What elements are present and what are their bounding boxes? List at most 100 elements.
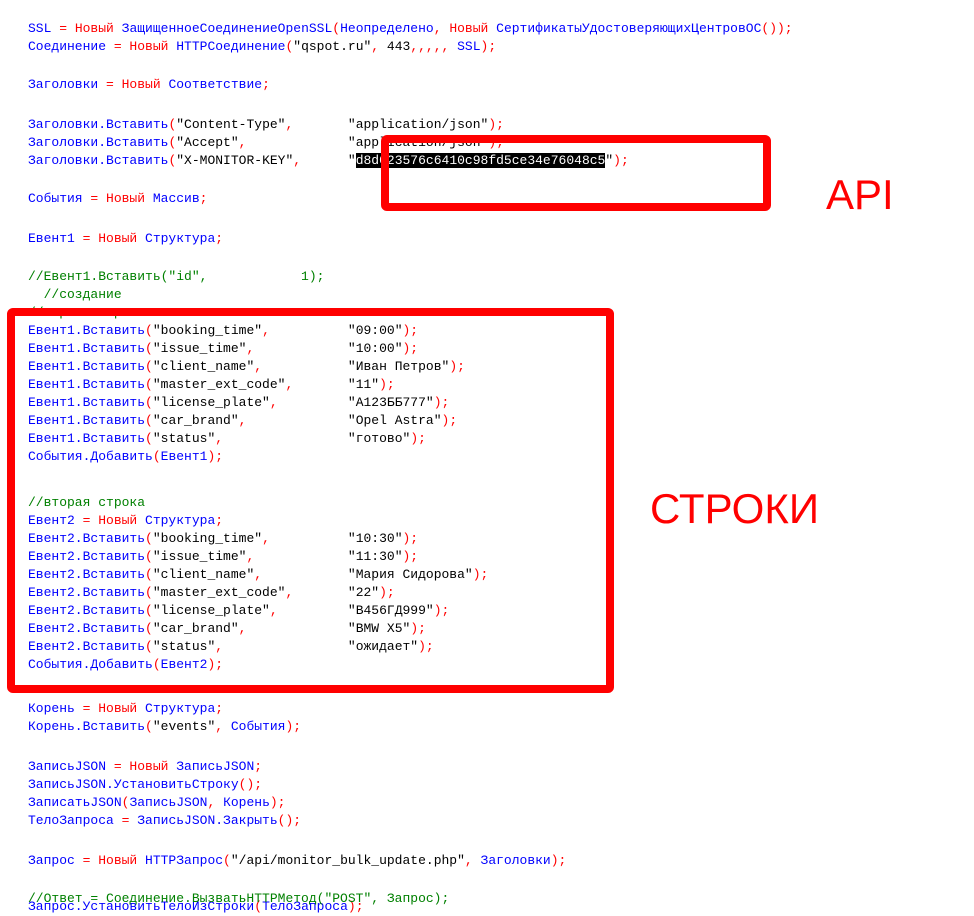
code-token: );: [410, 621, 426, 636]
code-line: Корень = Новый Структура;: [28, 700, 223, 718]
code-token: ,: [215, 639, 348, 654]
code-line: Евент1.Вставить("client_name", "Иван Пет…: [28, 358, 465, 376]
code-token: Евент1: [28, 231, 83, 246]
code-token: );: [379, 585, 395, 600]
code-line: Заголовки = Новый Соответствие;: [28, 76, 270, 94]
code-token: (: [145, 719, 153, 734]
code-token: "master_ext_code": [152, 377, 286, 392]
code-token: (: [145, 567, 153, 582]
code-token: "license_plate": [152, 603, 270, 618]
code-token: Заголовки.Вставить: [28, 117, 169, 132]
code-token: );: [449, 359, 465, 374]
code-token: ,: [371, 39, 387, 54]
code-comment-line: //Евент1.Вставить("id", 1);: [28, 268, 324, 286]
code-token: ;: [254, 759, 263, 774]
code-token: "10:30": [347, 531, 403, 546]
code-token: = Новый: [106, 77, 169, 92]
code-token: ,: [254, 567, 348, 582]
code-line: Заголовки.Вставить("Content-Type", "appl…: [28, 116, 504, 134]
code-token: "status": [152, 431, 216, 446]
code-comment-line: //вторая строка: [28, 494, 145, 512]
code-token: Евент2.Вставить: [28, 639, 146, 654]
code-token: Евент2.Вставить: [28, 603, 146, 618]
code-token: Заголовки.Вставить: [28, 135, 169, 150]
code-token: Евент1.Вставить: [28, 323, 146, 338]
code-token: "license_plate": [152, 395, 270, 410]
code-token: ;: [215, 231, 224, 246]
code-token: (: [145, 621, 153, 636]
code-token: ,: [246, 549, 348, 564]
code-token: ;: [215, 701, 224, 716]
code-line: Соединение = Новый HTTPСоединение("qspot…: [28, 38, 496, 56]
code-token: ,: [285, 117, 348, 132]
code-token: "BMW X5": [347, 621, 411, 636]
code-comment-line: //Ответ = Соединение.ВызватьHTTPМетод("P…: [28, 890, 449, 908]
code-token: ЗаписатьJSON: [28, 795, 122, 810]
code-token: "09:00": [347, 323, 403, 338]
code-token: (: [223, 853, 231, 868]
code-token: Евент2.Вставить: [28, 585, 146, 600]
code-token: ,: [207, 795, 224, 810]
code-line: Евент2.Вставить("status", "ожидает");: [28, 638, 434, 656]
code-token: );: [441, 413, 458, 428]
code-line: Евент2.Вставить("issue_time", "11:30");: [28, 548, 418, 566]
code-token: "ожидает": [347, 639, 419, 654]
code-token: ,: [215, 431, 348, 446]
code-token: (: [145, 549, 153, 564]
code-token: Евент2.Вставить: [28, 567, 146, 582]
code-token: Корень: [28, 701, 83, 716]
code-token: ;: [262, 77, 270, 92]
code-token: ЗаписьJSON.УстановитьСтроку: [28, 777, 239, 792]
code-token: ,: [285, 585, 348, 600]
code-token: Заголовки.Вставить: [28, 153, 169, 168]
code-token: );: [550, 853, 567, 868]
code-line: События.Добавить(Евент2);: [28, 656, 223, 674]
code-line: Заголовки.Вставить("X-MONITOR-KEY", "d8d…: [28, 152, 629, 170]
code-token: = Новый: [82, 231, 146, 246]
code-token: );: [402, 549, 419, 564]
code-token: 443: [386, 39, 411, 54]
code-token: (: [145, 603, 153, 618]
code-token: "22": [347, 585, 380, 600]
code-token: Корень: [223, 795, 270, 810]
code-token: );: [433, 603, 450, 618]
code-token: ,: [238, 135, 348, 150]
code-token: ();: [238, 777, 263, 792]
code-token: ,: [293, 153, 348, 168]
code-token: ,: [269, 395, 348, 410]
code-token: "application/json": [347, 135, 489, 150]
code-token: "car_brand": [152, 413, 239, 428]
code-token: HTTPСоединение: [176, 39, 286, 54]
code-token: Евент1: [160, 449, 208, 464]
code-token: );: [488, 117, 504, 132]
code-line: Заголовки.Вставить("Accept", "applicatio…: [28, 134, 504, 152]
code-line: ТелоЗапроса = ЗаписьJSON.Закрыть();: [28, 812, 301, 830]
code-token: "issue_time": [152, 341, 247, 356]
code-token: "Accept": [176, 135, 239, 150]
code-token: ТелоЗапроса: [28, 813, 122, 828]
code-token: );: [402, 341, 419, 356]
code-token: ,,,,,: [410, 39, 458, 54]
code-line: Евент2 = Новый Структура;: [28, 512, 223, 530]
code-token: "status": [152, 639, 216, 654]
code-token: "client_name": [152, 359, 255, 374]
code-token: ,: [464, 853, 481, 868]
code-token: "qspot.ru": [293, 39, 372, 54]
code-token: Евент2: [28, 513, 83, 528]
code-token: События.Добавить: [28, 449, 153, 464]
code-token: "Иван Петров": [347, 359, 450, 374]
code-token: ();: [277, 813, 302, 828]
code-line: Евент1.Вставить("booking_time", "09:00")…: [28, 322, 418, 340]
code-token: "issue_time": [152, 549, 247, 564]
code-line: Евент2.Вставить("master_ext_code", "22")…: [28, 584, 395, 602]
code-token: = Новый: [90, 191, 153, 206]
code-token: =: [121, 813, 138, 828]
code-token: "car_brand": [152, 621, 239, 636]
code-token: ,: [238, 621, 348, 636]
code-token: = Новый: [82, 701, 146, 716]
rows-annotation-label: СТРОКИ: [650, 485, 820, 532]
code-line: Евент2.Вставить("car_brand", "BMW X5");: [28, 620, 426, 638]
code-editor[interactable]: SSL = Новый ЗащищенноеСоединениеOpenSSL(…: [0, 0, 974, 916]
code-token: "11": [347, 377, 380, 392]
code-token: События: [28, 191, 91, 206]
